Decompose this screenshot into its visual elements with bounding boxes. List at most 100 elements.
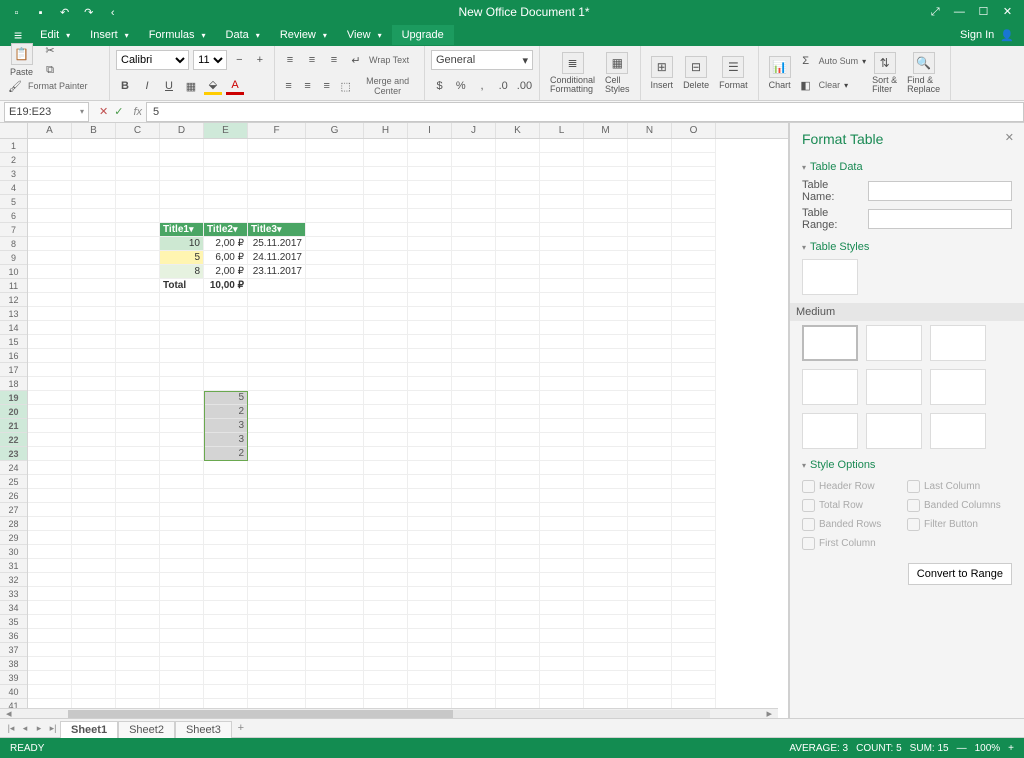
opt-total[interactable]: Total Row: [802, 499, 907, 512]
cancel-formula-icon[interactable]: ✕: [99, 105, 108, 118]
select-all-corner[interactable]: [0, 123, 28, 138]
sect-style-options[interactable]: Style Options: [802, 459, 1012, 471]
menu-insert[interactable]: Insert: [80, 25, 139, 45]
style-thumb[interactable]: [930, 325, 986, 361]
style-thumb[interactable]: [802, 259, 858, 295]
fx-icon[interactable]: fx: [129, 106, 146, 118]
opt-header[interactable]: Header Row: [802, 480, 907, 493]
undo-icon[interactable]: ↶: [57, 6, 72, 19]
menu-icon[interactable]: ≡: [6, 27, 30, 43]
col-header[interactable]: F: [248, 123, 306, 138]
format-painter-icon[interactable]: 🖌: [6, 77, 24, 95]
autosum-label[interactable]: Auto Sum: [819, 56, 859, 66]
col-header[interactable]: M: [584, 123, 628, 138]
style-thumb[interactable]: [866, 325, 922, 361]
align-top-icon[interactable]: ≡: [281, 51, 299, 69]
opt-lastcol[interactable]: Last Column: [907, 480, 1012, 493]
name-box[interactable]: E19:E23▾: [4, 102, 89, 122]
tab-first-icon[interactable]: |◂: [4, 723, 18, 734]
zoom-level[interactable]: 100%: [975, 743, 1001, 754]
col-header[interactable]: J: [452, 123, 496, 138]
font-color-icon[interactable]: A: [226, 77, 244, 95]
col-header[interactable]: C: [116, 123, 160, 138]
convert-to-range-button[interactable]: Convert to Range: [908, 563, 1012, 585]
col-header[interactable]: G: [306, 123, 364, 138]
font-name-select[interactable]: Calibri: [116, 50, 189, 70]
column-headers[interactable]: A B C D E F G H I J K L M N O: [0, 123, 788, 139]
format-button[interactable]: ☰Format: [715, 56, 752, 90]
border-icon[interactable]: ▦: [182, 77, 200, 95]
col-header[interactable]: L: [540, 123, 584, 138]
new-icon[interactable]: ▫: [9, 7, 24, 19]
font-size-select[interactable]: 11: [193, 50, 227, 70]
tab-last-icon[interactable]: ▸|: [46, 723, 60, 734]
style-thumb[interactable]: [930, 369, 986, 405]
align-center-icon[interactable]: ≡: [300, 77, 315, 95]
align-bot-icon[interactable]: ≡: [325, 51, 343, 69]
chart-button[interactable]: 📊Chart: [765, 56, 795, 90]
h-scrollbar[interactable]: ◂ ▸: [0, 708, 778, 718]
formula-input[interactable]: 5: [146, 102, 1024, 122]
tab-prev-icon[interactable]: ◂: [18, 723, 32, 734]
fullscreen-icon[interactable]: ⤢: [928, 6, 943, 19]
zoom-in-icon[interactable]: +: [1008, 743, 1014, 754]
panel-close-icon[interactable]: ✕: [1005, 131, 1014, 144]
opt-filter[interactable]: Filter Button: [907, 518, 1012, 531]
cond-fmt-button[interactable]: ≣Conditional Formatting: [546, 52, 599, 94]
col-header[interactable]: D: [160, 123, 204, 138]
align-right-icon[interactable]: ≡: [319, 77, 334, 95]
merge-icon[interactable]: ⬚: [338, 77, 353, 95]
col-header[interactable]: N: [628, 123, 672, 138]
style-thumb[interactable]: [802, 413, 858, 449]
menu-upgrade[interactable]: Upgrade: [392, 25, 454, 45]
cell-styles-button[interactable]: ▦Cell Styles: [601, 52, 634, 94]
font-dec-icon[interactable]: −: [231, 51, 247, 69]
style-thumb[interactable]: [930, 413, 986, 449]
number-format-select[interactable]: General▾: [431, 50, 533, 70]
wrap-text-label[interactable]: Wrap Text: [369, 55, 409, 65]
clear-label[interactable]: Clear: [819, 80, 841, 90]
col-header[interactable]: E: [204, 123, 248, 138]
find-replace-button[interactable]: 🔍Find & Replace: [903, 52, 944, 94]
style-thumb[interactable]: [866, 413, 922, 449]
spreadsheet[interactable]: A B C D E F G H I J K L M N O 1234567891…: [0, 123, 789, 718]
sect-table-styles[interactable]: Table Styles: [802, 241, 1012, 253]
minimize-icon[interactable]: —: [952, 6, 967, 18]
share-icon[interactable]: ‹: [105, 7, 120, 19]
sheet-tab[interactable]: Sheet1: [60, 721, 118, 738]
col-header[interactable]: H: [364, 123, 408, 138]
insert-button[interactable]: ⊞Insert: [647, 56, 678, 90]
cut-icon[interactable]: ✂: [41, 41, 59, 59]
user-icon[interactable]: 👤: [1000, 29, 1014, 42]
opt-firstcol[interactable]: First Column: [802, 537, 907, 550]
comma-icon[interactable]: ,: [473, 77, 490, 95]
col-header[interactable]: K: [496, 123, 540, 138]
col-header[interactable]: B: [72, 123, 116, 138]
opt-bandedrows[interactable]: Banded Rows: [802, 518, 907, 531]
sect-table-data[interactable]: Table Data: [802, 161, 1012, 173]
cells[interactable]: Title1▾Title2▾Title3▾102,00 ₽25.11.20175…: [28, 139, 788, 713]
row-headers[interactable]: 1234567891011121314151617181920212223242…: [0, 139, 28, 713]
style-thumb[interactable]: [802, 325, 858, 361]
col-header[interactable]: I: [408, 123, 452, 138]
align-left-icon[interactable]: ≡: [281, 77, 296, 95]
zoom-out-icon[interactable]: —: [957, 743, 967, 754]
dec-dec-icon[interactable]: .00: [516, 77, 533, 95]
sort-filter-button[interactable]: ⇅Sort & Filter: [868, 52, 901, 94]
sheet-tab[interactable]: Sheet3: [175, 721, 232, 738]
maximize-icon[interactable]: ☐: [976, 5, 991, 18]
menu-data[interactable]: Data: [216, 25, 270, 45]
bold-icon[interactable]: B: [116, 77, 134, 95]
percent-icon[interactable]: %: [452, 77, 469, 95]
col-header[interactable]: O: [672, 123, 716, 138]
delete-button[interactable]: ⊟Delete: [679, 56, 713, 90]
autosum-icon[interactable]: Σ: [797, 52, 815, 70]
paste-button[interactable]: 📋Paste: [6, 43, 37, 77]
table-name-input[interactable]: [868, 181, 1012, 201]
table-range-input[interactable]: [868, 209, 1012, 229]
underline-icon[interactable]: U: [160, 77, 178, 95]
fill-color-icon[interactable]: ⬙: [204, 77, 222, 95]
format-painter-label[interactable]: Format Painter: [28, 81, 88, 91]
clear-icon[interactable]: ◧: [797, 76, 815, 94]
accept-formula-icon[interactable]: ✓: [114, 105, 123, 118]
